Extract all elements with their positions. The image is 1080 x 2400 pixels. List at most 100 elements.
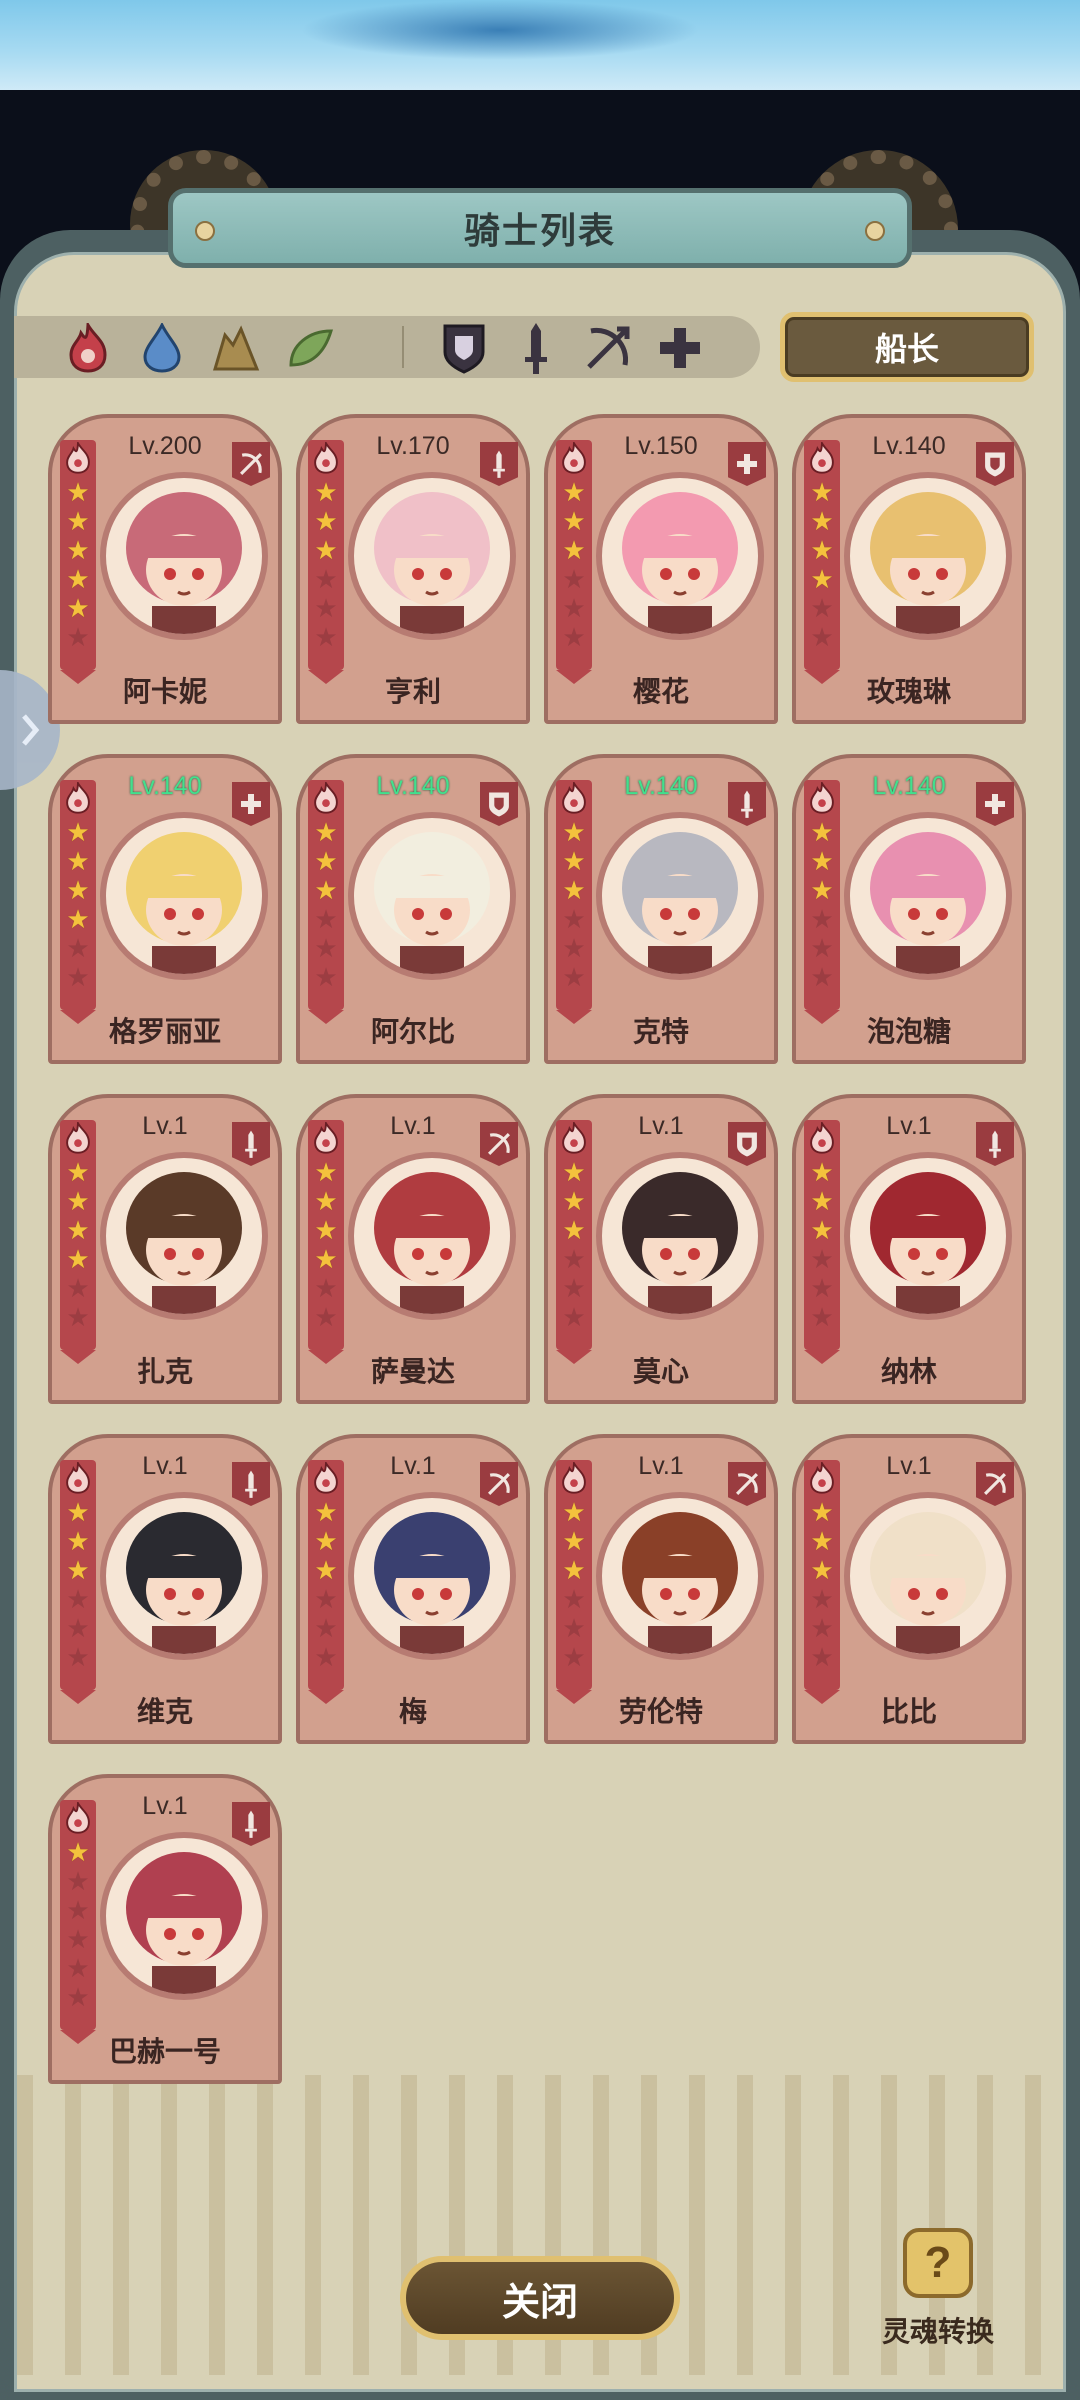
star-filled-icon: ★ (562, 875, 586, 905)
knight-card[interactable]: ★ ★ ★ ★ ★ ★ Lv.200 阿卡妮 (48, 414, 282, 724)
star-rating: ★ ★ ★ ★ ★ ★ (311, 1498, 341, 1672)
star-empty-icon: ★ (66, 1302, 90, 1332)
wind-filter-button[interactable] (284, 322, 336, 374)
soul-convert-button[interactable]: ? 灵魂转换 (868, 2228, 1008, 2358)
page-title-banner: 骑士列表 (168, 188, 912, 268)
knight-card[interactable]: ★ ★ ★ ★ ★ ★ Lv.1 梅 (296, 1434, 530, 1744)
knight-portrait (348, 1152, 516, 1320)
knight-card[interactable]: ★ ★ ★ ★ ★ ★ Lv.140 格罗丽亚 (48, 754, 282, 1064)
star-filled-icon: ★ (314, 875, 338, 905)
knight-level: Lv.1 (142, 1452, 188, 1480)
star-empty-icon: ★ (810, 1273, 834, 1303)
knight-portrait (100, 812, 268, 980)
knight-level: Lv.1 (886, 1452, 932, 1480)
star-filled-icon: ★ (562, 535, 586, 565)
knight-level: Lv.1 (142, 1112, 188, 1140)
knight-level: Lv.1 (390, 1452, 436, 1480)
star-empty-icon: ★ (314, 1302, 338, 1332)
star-empty-icon: ★ (66, 622, 90, 652)
knight-card[interactable]: ★ ★ ★ ★ ★ ★ Lv.140 泡泡糖 (792, 754, 1026, 1064)
star-empty-icon: ★ (562, 593, 586, 623)
knight-name: 巴赫一号 (108, 2036, 221, 2067)
star-filled-icon: ★ (562, 817, 586, 847)
bow-filter-button[interactable] (582, 322, 634, 374)
star-filled-icon: ★ (66, 1186, 90, 1216)
knight-portrait (596, 812, 764, 980)
filter-bar (14, 316, 760, 378)
star-rating: ★ ★ ★ ★ ★ ★ (559, 818, 589, 992)
star-filled-icon: ★ (810, 1526, 834, 1556)
knight-card[interactable]: ★ ★ ★ ★ ★ ★ Lv.1 巴赫一号 (48, 1774, 282, 2084)
star-filled-icon: ★ (810, 846, 834, 876)
star-empty-icon: ★ (66, 1273, 90, 1303)
star-rating: ★ ★ ★ ★ ★ ★ (559, 1498, 589, 1672)
star-empty-icon: ★ (562, 962, 586, 992)
star-filled-icon: ★ (66, 1555, 90, 1585)
star-empty-icon: ★ (314, 933, 338, 963)
star-filled-icon: ★ (66, 875, 90, 905)
knight-name: 维克 (136, 1696, 193, 1727)
star-filled-icon: ★ (314, 1157, 338, 1187)
star-filled-icon: ★ (66, 535, 90, 565)
star-empty-icon: ★ (314, 1642, 338, 1672)
star-empty-icon: ★ (66, 1584, 90, 1614)
knight-card[interactable]: ★ ★ ★ ★ ★ ★ Lv.1 莫心 (544, 1094, 778, 1404)
knight-level: Lv.140 (872, 772, 946, 800)
sword-filter-button[interactable] (510, 322, 562, 374)
star-empty-icon: ★ (66, 962, 90, 992)
star-empty-icon: ★ (562, 564, 586, 594)
knight-card[interactable]: ★ ★ ★ ★ ★ ★ Lv.170 亨利 (296, 414, 530, 724)
knight-card[interactable]: ★ ★ ★ ★ ★ ★ Lv.150 樱花 (544, 414, 778, 724)
knight-portrait (100, 1152, 268, 1320)
knight-card[interactable]: ★ ★ ★ ★ ★ ★ Lv.1 劳伦特 (544, 1434, 778, 1744)
star-filled-icon: ★ (314, 1244, 338, 1274)
knight-card[interactable]: ★ ★ ★ ★ ★ ★ Lv.140 克特 (544, 754, 778, 1064)
star-empty-icon: ★ (66, 1982, 90, 2012)
star-filled-icon: ★ (314, 846, 338, 876)
star-empty-icon: ★ (562, 1584, 586, 1614)
star-filled-icon: ★ (810, 1555, 834, 1585)
water-filter-button[interactable] (136, 322, 188, 374)
knight-level: Lv.1 (638, 1112, 684, 1140)
star-empty-icon: ★ (66, 1924, 90, 1954)
knight-level: Lv.1 (142, 1792, 188, 1820)
star-empty-icon: ★ (810, 1302, 834, 1332)
close-button[interactable]: 关闭 (400, 2256, 680, 2340)
knight-card[interactable]: ★ ★ ★ ★ ★ ★ Lv.1 维克 (48, 1434, 282, 1744)
knight-card[interactable]: ★ ★ ★ ★ ★ ★ Lv.140 阿尔比 (296, 754, 530, 1064)
star-filled-icon: ★ (810, 477, 834, 507)
knight-card[interactable]: ★ ★ ★ ★ ★ ★ Lv.140 玫瑰琳 (792, 414, 1026, 724)
star-rating: ★ ★ ★ ★ ★ ★ (63, 1498, 93, 1672)
star-rating: ★ ★ ★ ★ ★ ★ (63, 1158, 93, 1332)
knight-name: 阿卡妮 (122, 676, 207, 707)
knight-card[interactable]: ★ ★ ★ ★ ★ ★ Lv.1 扎克 (48, 1094, 282, 1404)
chevron-right-icon (22, 714, 40, 746)
knight-name: 纳林 (880, 1356, 937, 1387)
star-empty-icon: ★ (810, 1613, 834, 1643)
knight-name: 玫瑰琳 (866, 676, 951, 707)
knight-portrait (100, 472, 268, 640)
knight-portrait (348, 1492, 516, 1660)
fire-filter-button[interactable] (62, 322, 114, 374)
soul-scroll-icon: ? (903, 2228, 973, 2298)
star-filled-icon: ★ (66, 564, 90, 594)
shield-filter-button[interactable] (438, 322, 490, 374)
knight-name: 梅 (398, 1696, 427, 1727)
star-filled-icon: ★ (810, 1215, 834, 1245)
star-rating: ★ ★ ★ ★ ★ ★ (311, 1158, 341, 1332)
knight-card[interactable]: ★ ★ ★ ★ ★ ★ Lv.1 比比 (792, 1434, 1026, 1744)
captain-button[interactable]: 船长 (780, 312, 1034, 382)
knight-level: Lv.200 (128, 432, 202, 460)
knight-name: 亨利 (384, 676, 441, 707)
knight-name: 扎克 (136, 1356, 193, 1387)
star-filled-icon: ★ (810, 1186, 834, 1216)
star-rating: ★ ★ ★ ★ ★ ★ (807, 1158, 837, 1332)
cross-filter-button[interactable] (654, 322, 706, 374)
star-empty-icon: ★ (562, 1244, 586, 1274)
knight-card[interactable]: ★ ★ ★ ★ ★ ★ Lv.1 萨曼达 (296, 1094, 530, 1404)
knight-card[interactable]: ★ ★ ★ ★ ★ ★ Lv.1 纳林 (792, 1094, 1026, 1404)
star-filled-icon: ★ (314, 1186, 338, 1216)
earth-filter-button[interactable] (210, 322, 262, 374)
knight-level: Lv.1 (886, 1112, 932, 1140)
star-filled-icon: ★ (66, 477, 90, 507)
